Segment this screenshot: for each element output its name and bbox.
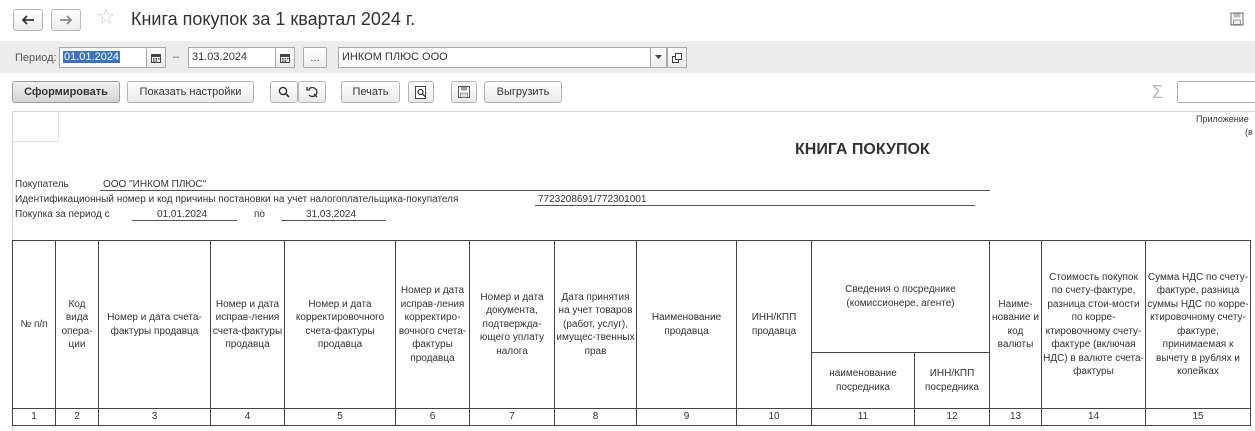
back-button[interactable] (13, 9, 43, 31)
column-number-6: 6 (395, 408, 470, 426)
search-icon (278, 86, 290, 98)
header-cell-15: Сумма НДС по счету-фактуре, разница сумм… (1145, 240, 1251, 409)
period-from-underline (132, 220, 237, 221)
header-cell-intermediary: Сведения о посреднике (комиссионере, аге… (811, 240, 990, 353)
search-refresh-icon (305, 86, 317, 98)
chevron-down-icon (655, 55, 662, 59)
header-cell-8: Дата принятия на учет товаров (работ, ус… (554, 240, 637, 409)
header-cell-11: наименование посредника (811, 352, 915, 409)
header-cell-5: Номер и дата корректировочного счета-фак… (284, 240, 396, 409)
report-title: КНИГА ПОКУПОК (795, 141, 930, 158)
column-number-5: 5 (284, 408, 396, 426)
column-number-4: 4 (210, 408, 285, 426)
header-cell-9: Наименование продавца (636, 240, 737, 409)
period-panel: Период: 01.01.2024 – 31.03.2024 ... ИНКО… (0, 41, 1255, 73)
column-number-10: 10 (736, 408, 812, 426)
column-number-15: 15 (1145, 408, 1251, 426)
forward-button[interactable] (51, 9, 81, 31)
save-icon (458, 86, 470, 98)
buyer-underline (100, 190, 990, 191)
search-button[interactable] (270, 81, 298, 103)
column-number-9: 9 (636, 408, 737, 426)
period-to-value: 31.03.2024 (306, 209, 357, 220)
print-preview-button[interactable] (408, 81, 434, 103)
period-select-button[interactable]: ... (303, 47, 327, 68)
sum-field[interactable] (1177, 81, 1255, 103)
header-cell-4: Номер и дата исправ-ления счета-фактуры … (210, 240, 285, 409)
report-corner-cell (13, 112, 59, 142)
column-number-11: 11 (811, 408, 915, 426)
organization-field[interactable]: ИНКОМ ПЛЮС ООО (338, 47, 651, 68)
sum-icon: Σ (1152, 82, 1164, 102)
calendar-icon (151, 53, 161, 63)
open-window-icon (672, 52, 682, 63)
arrow-right-icon (60, 15, 73, 25)
appendix-note: Приложение (1196, 114, 1249, 124)
header-cell-10: ИНН/КПП продавца (736, 240, 812, 409)
window-title: Книга покупок за 1 квартал 2024 г. (131, 9, 416, 29)
header-cell-7: Номер и дата документа, подтвержда-ющего… (469, 240, 555, 409)
inn-underline (535, 205, 975, 206)
organization-dropdown-button[interactable] (650, 47, 667, 68)
header-cell-1: № п/п (12, 240, 56, 409)
print-preview-icon (415, 85, 426, 99)
header-cell-2: Код вида опера-ции (55, 240, 99, 409)
inn-value: 7723208691/772301001 (538, 194, 647, 205)
period-from-value: 01.01.2024 (157, 209, 208, 220)
period-dash: – (173, 51, 180, 63)
header-cell-6: Номер и дата исправ-ления корректиро-воч… (395, 240, 470, 409)
save-icon[interactable] (1230, 12, 1244, 26)
period-to-underline (281, 220, 386, 221)
generate-button[interactable]: Сформировать (12, 81, 120, 103)
column-number-3: 3 (98, 408, 211, 426)
buyer-value: ООО "ИНКОМ ПЛЮС" (103, 179, 207, 190)
column-number-7: 7 (469, 408, 555, 426)
period-label: Период: (15, 52, 57, 64)
date-to-field[interactable]: 31.03.2024 (188, 47, 276, 68)
inn-label: Идентификационный номер и код причины по… (15, 194, 459, 205)
period-from-label: Покупка за период с (15, 209, 110, 220)
column-number-14: 14 (1041, 408, 1146, 426)
header-cell-3: Номер и дата счета-фактуры продавца (98, 240, 211, 409)
header-cell-12: ИНН/КПП посредника (914, 352, 990, 409)
date-from-field[interactable]: 01.01.2024 (59, 47, 147, 68)
calendar-icon (280, 53, 290, 63)
show-settings-button[interactable]: Показать настройки (127, 81, 254, 103)
arrow-left-icon (21, 15, 34, 25)
column-number-1: 1 (12, 408, 56, 426)
column-number-8: 8 (554, 408, 637, 426)
export-button[interactable]: Выгрузить (484, 81, 562, 103)
favorite-star-icon[interactable]: ☆ (96, 6, 116, 28)
column-number-12: 12 (914, 408, 990, 426)
column-number-13: 13 (989, 408, 1042, 426)
column-number-2: 2 (55, 408, 99, 426)
period-to-label: по (254, 209, 265, 220)
calendar-button-from[interactable] (146, 47, 166, 68)
print-button[interactable]: Печать (341, 81, 400, 103)
search-refresh-button[interactable] (298, 81, 326, 103)
appendix-note-2: (в (1245, 127, 1253, 137)
header-cell-14: Стоимость покупок по счету-фактуре, разн… (1041, 240, 1146, 409)
calendar-button-to[interactable] (275, 47, 295, 68)
buyer-label: Покупатель (15, 179, 69, 190)
save-report-button[interactable] (451, 81, 477, 103)
organization-open-button[interactable] (667, 47, 687, 68)
header-cell-13: Наиме-нование и код валюты (989, 240, 1042, 409)
